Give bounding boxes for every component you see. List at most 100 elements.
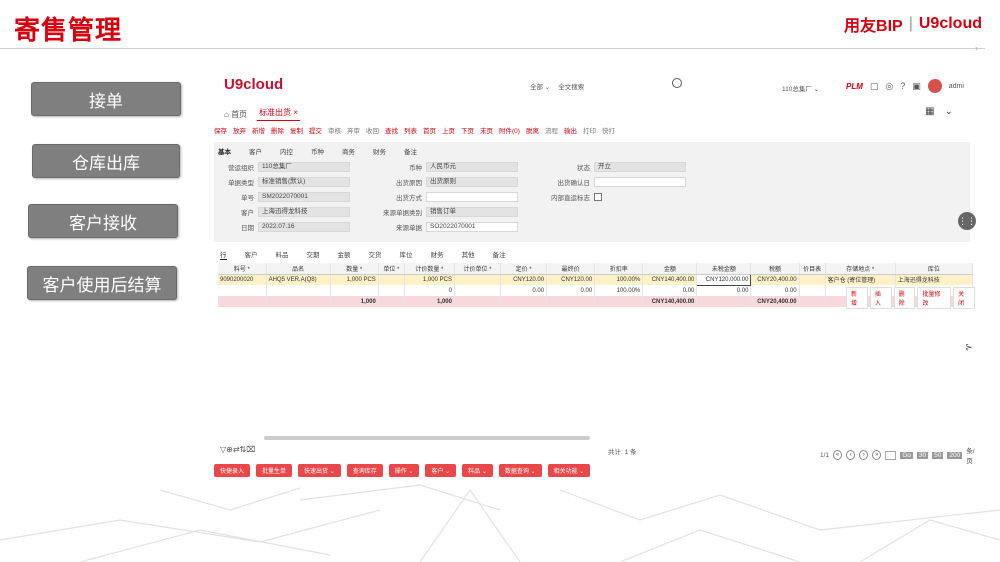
row-add-button[interactable]: 新增 xyxy=(846,287,868,309)
grid-tab-customer[interactable]: 客户 xyxy=(245,249,258,260)
grid-tab-line[interactable]: 行 xyxy=(220,249,227,260)
table-cell[interactable]: CNY120.00 xyxy=(500,274,548,285)
table-cell[interactable]: 客户仓 (寄位管理) xyxy=(825,274,896,285)
table-cell[interactable] xyxy=(378,274,405,285)
table-cell[interactable]: 上海迅得龙科技 xyxy=(895,274,974,285)
col-header[interactable]: 计价单位 * xyxy=(454,263,502,275)
help-icon[interactable]: ? xyxy=(900,81,905,91)
col-header[interactable]: 计价数量 * xyxy=(404,263,455,275)
row-delete-button[interactable]: 删除 xyxy=(893,287,916,309)
grid-tab-remarks[interactable]: 备注 xyxy=(493,249,506,260)
user-name[interactable]: admi xyxy=(949,83,964,90)
table-cell[interactable] xyxy=(799,274,826,285)
table-row[interactable]: 9090200020 AHQ5 VER.A(Q8) 1,000 PCS 1,00… xyxy=(218,273,974,286)
toolbar-copy[interactable]: 复制 xyxy=(290,125,303,135)
org-input[interactable]: 110总集厂 xyxy=(258,162,350,172)
toolbar-list[interactable]: 列表 xyxy=(404,125,417,135)
col-header[interactable]: 折扣率 xyxy=(594,263,644,275)
data-query-button[interactable]: 数据查询 ⌄ xyxy=(498,464,542,477)
table-cell[interactable] xyxy=(218,285,267,296)
table-cell[interactable] xyxy=(454,274,502,285)
row-insert-button[interactable]: 插入 xyxy=(869,287,892,309)
avatar[interactable] xyxy=(927,79,942,93)
page-size-200[interactable]: 200 xyxy=(947,451,963,459)
source-doc-input[interactable]: SO2022070001 xyxy=(426,222,518,232)
toolbar-first[interactable]: 首页 xyxy=(423,125,436,135)
grid-tab-delivery-date[interactable]: 交期 xyxy=(307,249,320,260)
table-cell[interactable] xyxy=(330,285,379,296)
table-cell[interactable]: CNY140,400.00 xyxy=(642,274,698,285)
customer-input[interactable]: 上海迅得龙科技 xyxy=(258,207,350,217)
docno-input[interactable]: SM2022070001 xyxy=(258,192,350,202)
org-selector[interactable]: 110总集厂 ⌄ xyxy=(782,83,819,93)
toolbar-print[interactable]: 打印 xyxy=(583,125,596,135)
search-scope-select[interactable]: 全部 ⌄ xyxy=(530,81,550,91)
toolbar-approve[interactable]: 审核 xyxy=(328,125,341,135)
col-header[interactable]: 最终价 xyxy=(546,263,596,275)
col-header[interactable]: 存储地点 * xyxy=(825,263,896,275)
plm-icon[interactable]: PLM xyxy=(846,82,863,91)
first-page-icon[interactable]: « xyxy=(833,450,843,460)
step-button-receive-order[interactable]: 接单 xyxy=(31,82,181,116)
last-page-icon[interactable]: » xyxy=(872,450,882,460)
operation-button[interactable]: 操作 ⌄ xyxy=(388,464,420,477)
tab-currency[interactable]: 币种 xyxy=(311,146,324,156)
toolbar-prev[interactable]: 上页 xyxy=(442,125,455,135)
grid-tab-finance[interactable]: 财务 xyxy=(431,249,444,260)
tab-remarks[interactable]: 备注 xyxy=(404,146,417,156)
step-button-customer-receipt[interactable]: 客户接收 xyxy=(28,204,178,238)
batch-generate-button[interactable]: 批量生单 xyxy=(256,464,293,477)
source-type-input[interactable]: 销售订单 xyxy=(426,207,518,217)
tab-home[interactable]: ⌂ 首页 xyxy=(224,109,247,120)
table-cell[interactable]: CNY20,400.00 xyxy=(750,274,800,285)
prev-page-icon[interactable]: ‹ xyxy=(846,450,856,460)
grid-tool-icons[interactable]: ▽⊕⇄⇅⌧ xyxy=(220,445,255,454)
ship-method-select[interactable] xyxy=(426,192,518,202)
col-header[interactable]: 品名 xyxy=(266,263,331,275)
item-button[interactable]: 料品 ⌄ xyxy=(462,464,493,477)
tab-internal[interactable]: 内控 xyxy=(280,146,293,156)
table-cell[interactable]: 1,000 PCS xyxy=(330,274,379,285)
toolbar-workflow[interactable]: 流程 xyxy=(545,125,558,135)
query-stock-button[interactable]: 查询库存 xyxy=(346,464,383,477)
col-header[interactable]: 未税金额 xyxy=(696,263,752,275)
column-settings-icon[interactable]: ⊱ xyxy=(965,342,973,353)
toolbar-unapprove[interactable]: 弃审 xyxy=(347,125,360,135)
next-page-icon[interactable]: › xyxy=(859,450,869,460)
tab-finance[interactable]: 财务 xyxy=(373,146,386,156)
table-cell[interactable]: CNY120.00 xyxy=(546,274,596,285)
grid-tab-delivery[interactable]: 交货 xyxy=(369,249,382,260)
toolbar-last[interactable]: 末页 xyxy=(480,125,493,135)
chevron-down-icon[interactable]: ⌄ xyxy=(945,106,953,117)
col-header[interactable]: 库位 xyxy=(895,263,974,275)
toolbar-output[interactable]: 输出 xyxy=(564,125,577,135)
page-size-50[interactable]: 50 xyxy=(932,451,944,459)
horizontal-scrollbar[interactable] xyxy=(264,436,590,440)
document-icon[interactable]: ▢ xyxy=(870,81,879,92)
calendar-icon[interactable]: ▣ xyxy=(912,81,921,92)
grid-tab-other[interactable]: 其他 xyxy=(462,249,475,260)
col-header[interactable]: 料号 * xyxy=(218,263,267,275)
ship-confirm-date-input[interactable] xyxy=(594,177,686,187)
table-cell[interactable]: 0.00 xyxy=(642,285,698,296)
row-batch-edit-button[interactable]: 批量修改 xyxy=(917,287,952,309)
toolbar-next[interactable]: 下页 xyxy=(461,125,474,135)
internal-direct-checkbox[interactable] xyxy=(594,193,602,201)
customer-button[interactable]: 客户 ⌄ xyxy=(425,464,457,477)
table-cell[interactable] xyxy=(266,285,331,296)
toolbar-recall[interactable]: 收回 xyxy=(366,125,379,135)
tab-customer[interactable]: 客户 xyxy=(249,146,262,156)
table-cell[interactable]: 1,000 PCS xyxy=(404,274,455,285)
tab-standard-shipment[interactable]: 标准出货 × xyxy=(257,107,300,121)
toolbar-detach[interactable]: 脱离 xyxy=(526,125,539,135)
date-input[interactable]: 2022.07.16 xyxy=(258,222,350,232)
col-header[interactable]: 定价 * xyxy=(500,263,548,275)
col-header[interactable]: 数量 * xyxy=(330,263,379,275)
toolbar-quick-print[interactable]: 快打 xyxy=(602,125,615,135)
row-close-button[interactable]: 关闭 xyxy=(953,287,975,309)
table-cell[interactable]: 0 xyxy=(404,285,455,296)
doctype-input[interactable]: 标准销售(默认) xyxy=(258,177,350,187)
search-input[interactable]: 全文搜索 xyxy=(558,81,584,91)
col-header[interactable]: 价目表 xyxy=(799,263,826,275)
tab-basic[interactable]: 基本 xyxy=(218,146,231,156)
